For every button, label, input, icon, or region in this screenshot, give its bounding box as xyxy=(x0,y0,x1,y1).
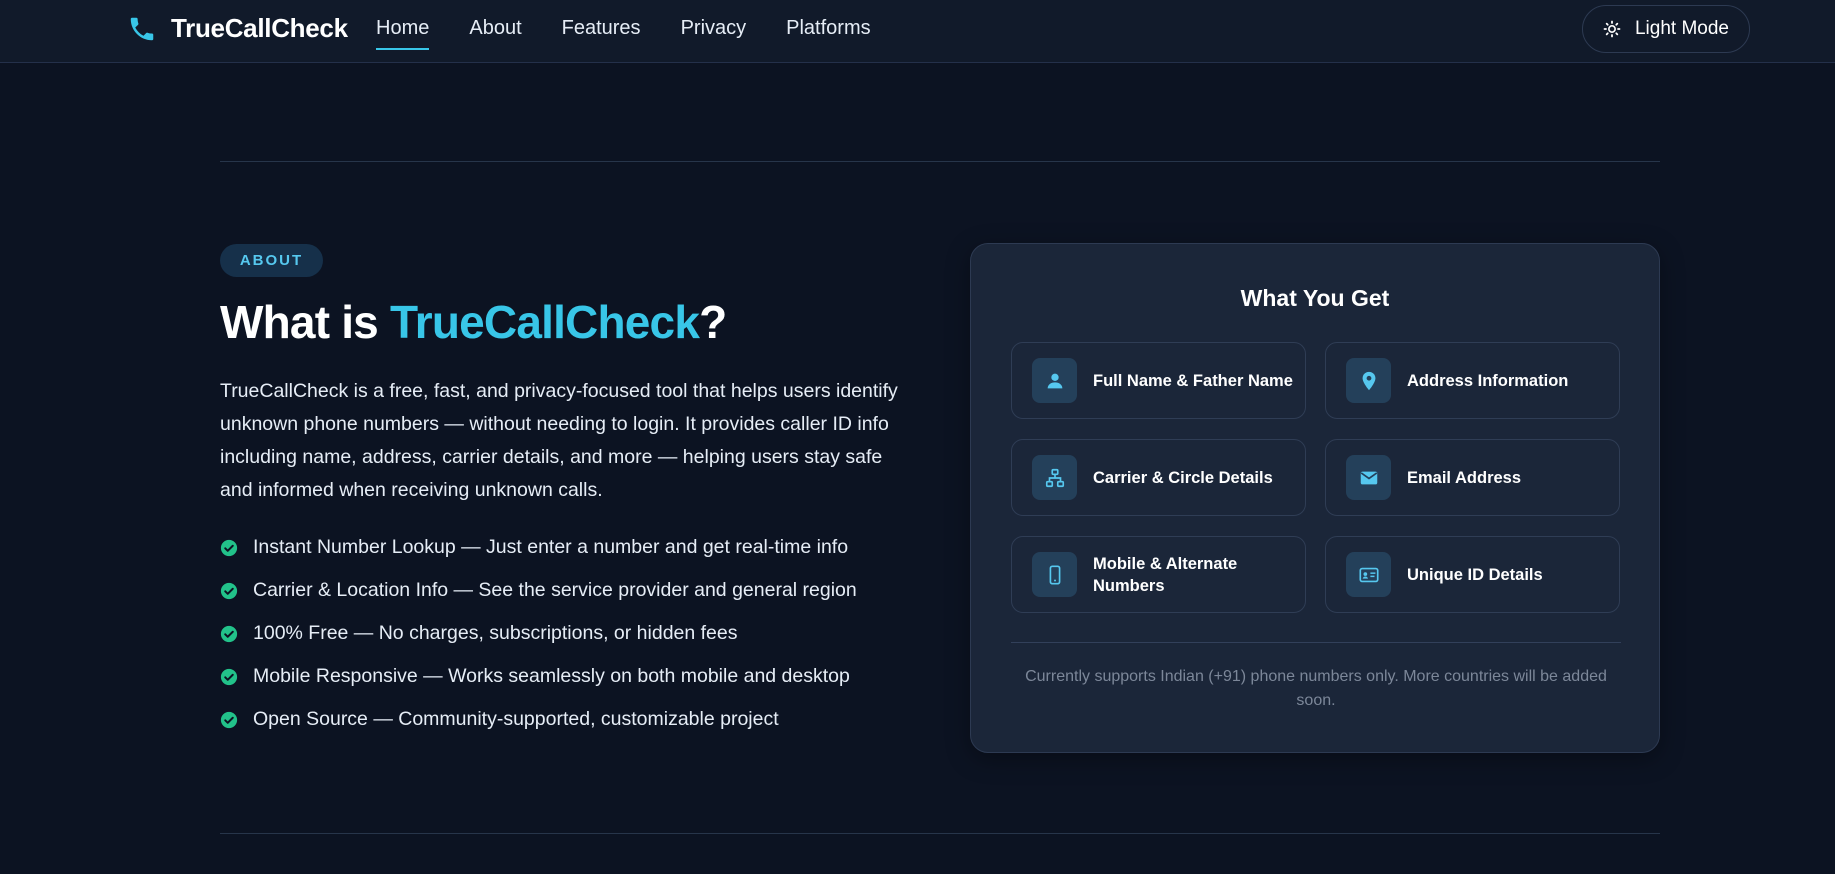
heading-prefix: What is xyxy=(220,296,390,348)
nav-link-features[interactable]: Features xyxy=(562,17,641,50)
light-mode-button[interactable]: Light Mode xyxy=(1582,5,1750,53)
icon-box xyxy=(1032,552,1077,597)
icon-box xyxy=(1032,358,1077,403)
info-tile-full-name: Full Name & Father Name xyxy=(1011,342,1306,419)
tile-label: Address Information xyxy=(1407,371,1569,390)
info-tile-unique-id: Unique ID Details xyxy=(1325,536,1620,613)
top-divider xyxy=(220,161,1660,162)
feature-text: Open Source — Community-supported, custo… xyxy=(253,708,779,730)
heading-suffix: ? xyxy=(699,296,727,348)
envelope-icon xyxy=(1360,471,1377,484)
card-divider xyxy=(1011,642,1621,643)
bottom-divider xyxy=(220,833,1660,834)
info-tile-carrier: Carrier & Circle Details xyxy=(1011,439,1306,516)
sun-icon xyxy=(1603,20,1621,38)
check-circle-icon xyxy=(220,668,238,686)
what-you-get-card: What You Get Full Name & Father Name Add… xyxy=(970,243,1660,753)
tile-label: Full Name & Father Name xyxy=(1093,371,1293,390)
nav-link-home[interactable]: Home xyxy=(376,17,430,50)
tile-label: Carrier & Circle Details xyxy=(1093,468,1273,487)
check-circle-icon xyxy=(220,625,238,643)
map-pin-icon xyxy=(1362,371,1375,390)
network-icon xyxy=(1045,468,1064,487)
feature-text: Instant Number Lookup — Just enter a num… xyxy=(253,536,849,558)
mobile-icon xyxy=(1049,564,1060,585)
list-item: Instant Number Lookup — Just enter a num… xyxy=(220,536,857,579)
info-tile-address: Address Information xyxy=(1325,342,1620,419)
list-item: 100% Free — No charges, subscriptions, o… xyxy=(220,622,857,665)
brand-name: TrueCallCheck xyxy=(171,13,348,43)
check-circle-icon xyxy=(220,539,238,557)
nav-links: Home About Features Privacy Platforms xyxy=(376,17,871,50)
about-description: TrueCallCheck is a free, fast, and priva… xyxy=(220,380,898,501)
check-circle-icon xyxy=(220,582,238,600)
icon-box xyxy=(1032,455,1077,500)
navbar: TrueCallCheck Home About Features Privac… xyxy=(0,0,1835,63)
card-title: What You Get xyxy=(1240,285,1390,311)
about-badge: ABOUT xyxy=(220,244,323,277)
icon-box xyxy=(1346,552,1391,597)
about-heading: What is TrueCallCheck? xyxy=(220,295,727,349)
tile-label: Email Address xyxy=(1407,468,1522,487)
feature-text: 100% Free — No charges, subscriptions, o… xyxy=(253,622,738,644)
nav-link-privacy[interactable]: Privacy xyxy=(681,17,747,50)
tile-label: Unique ID Details xyxy=(1407,565,1543,584)
icon-box xyxy=(1346,358,1391,403)
check-circle-icon xyxy=(220,711,238,729)
tile-label: Mobile & Alternate Numbers xyxy=(1093,554,1238,595)
feature-text: Mobile Responsive — Works seamlessly on … xyxy=(253,665,850,687)
feature-text: Carrier & Location Info — See the servic… xyxy=(253,579,857,601)
info-tile-email: Email Address xyxy=(1325,439,1620,516)
heading-accent: TrueCallCheck xyxy=(389,296,700,348)
list-item: Open Source — Community-supported, custo… xyxy=(220,708,857,751)
nav-link-platforms[interactable]: Platforms xyxy=(786,17,870,50)
info-tile-mobile: Mobile & Alternate Numbers xyxy=(1011,536,1306,613)
phone-icon xyxy=(130,17,154,40)
card-note: Currently supports Indian (+91) phone nu… xyxy=(1025,668,1607,709)
id-card-icon xyxy=(1358,567,1379,582)
light-mode-label: Light Mode xyxy=(1634,18,1729,39)
brand[interactable]: TrueCallCheck xyxy=(127,13,348,44)
user-icon xyxy=(1047,373,1062,388)
list-item: Carrier & Location Info — See the servic… xyxy=(220,579,857,622)
list-item: Mobile Responsive — Works seamlessly on … xyxy=(220,665,857,708)
nav-link-about[interactable]: About xyxy=(469,17,521,50)
icon-box xyxy=(1346,455,1391,500)
feature-list: Instant Number Lookup — Just enter a num… xyxy=(220,536,857,751)
